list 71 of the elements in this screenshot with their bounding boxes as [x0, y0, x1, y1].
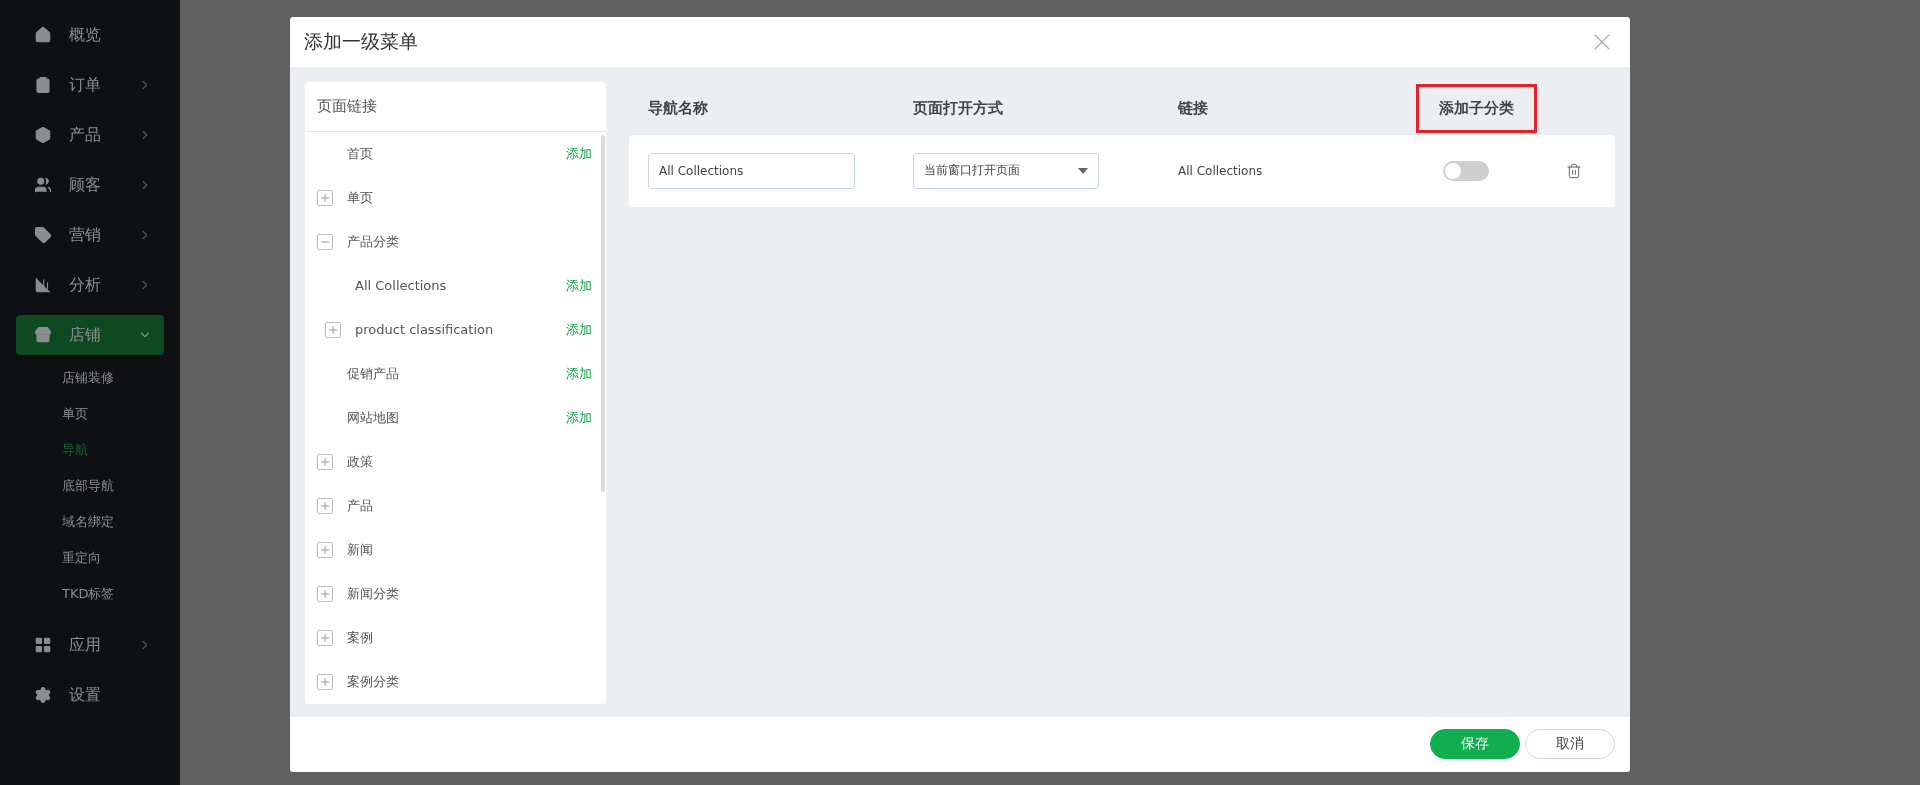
- plus-icon: [319, 499, 331, 512]
- panel-title: 页面链接: [317, 96, 377, 116]
- dialog-title: 添加一级菜单: [304, 28, 418, 54]
- tree-item-label: 案例: [347, 628, 374, 647]
- add-link[interactable]: 添加: [566, 408, 592, 427]
- expand-button[interactable]: [317, 189, 333, 206]
- tag-icon: [34, 226, 52, 244]
- submenu-item[interactable]: 重定向: [0, 540, 180, 576]
- home-icon: [34, 26, 52, 44]
- nav-item[interactable]: 分析: [16, 265, 164, 305]
- tree-item-label: 促销产品: [347, 364, 400, 383]
- expand-button[interactable]: [325, 321, 341, 338]
- tree-item-label: product classification: [355, 322, 495, 338]
- trash-icon: [1566, 162, 1582, 179]
- tree-item-label: 单页: [347, 188, 374, 207]
- cancel-button[interactable]: 取消: [1525, 729, 1615, 760]
- nav-item[interactable]: 产品: [16, 115, 164, 155]
- tree-item-label: 产品分类: [347, 232, 400, 251]
- expand-button[interactable]: [317, 585, 333, 602]
- nav-item[interactable]: 顾客: [16, 165, 164, 205]
- tree-item-label: 新闻: [347, 540, 374, 559]
- tree-item-label: All Collections: [355, 278, 448, 294]
- add-link[interactable]: 添加: [566, 320, 592, 339]
- nav-name-input[interactable]: All Collections: [648, 152, 855, 189]
- users-icon: [34, 176, 52, 194]
- tree-item-label: 网站地图: [347, 408, 400, 427]
- column-header: 添加子分类: [1416, 83, 1537, 133]
- open-mode-select[interactable]: 当前窗口打开页面: [913, 152, 1099, 189]
- tree-item-label: 产品: [347, 496, 374, 515]
- expand-button[interactable]: [317, 541, 333, 558]
- column-header: 导航名称: [648, 98, 708, 118]
- plus-icon: [319, 543, 331, 556]
- submenu-item[interactable]: 店铺装修: [0, 360, 180, 396]
- plus-icon: [319, 191, 331, 204]
- clipboard-icon: [34, 76, 52, 94]
- subcategory-toggle[interactable]: [1443, 160, 1489, 181]
- add-link[interactable]: 添加: [566, 144, 592, 163]
- nav-item[interactable]: 设置: [16, 675, 164, 715]
- collapse-button[interactable]: [317, 233, 333, 250]
- expand-button[interactable]: [317, 497, 333, 514]
- tree-item-label: 案例分类: [347, 672, 400, 691]
- submenu-item[interactable]: 单页: [0, 396, 180, 432]
- nav-item[interactable]: 应用: [16, 625, 164, 665]
- nav-item[interactable]: 概览: [16, 15, 164, 55]
- plus-icon: [319, 455, 331, 468]
- plus-icon: [319, 675, 331, 688]
- expand-button[interactable]: [317, 673, 333, 690]
- store-icon: [34, 326, 52, 344]
- box-icon: [34, 126, 52, 144]
- column-header: 链接: [1178, 98, 1208, 118]
- expand-button[interactable]: [317, 629, 333, 646]
- add-link[interactable]: 添加: [566, 276, 592, 295]
- tree-item-label: 首页: [347, 144, 374, 163]
- submenu-item[interactable]: 底部导航: [0, 468, 180, 504]
- grid-icon: [34, 636, 52, 654]
- tree-item-label: 政策: [347, 452, 374, 471]
- settings-icon: [34, 686, 52, 704]
- submenu-item[interactable]: 域名绑定: [0, 504, 180, 540]
- nav-item[interactable]: 店铺: [16, 315, 164, 355]
- nav-item[interactable]: 营销: [16, 215, 164, 255]
- caret-icon: [1078, 167, 1088, 174]
- column-header: 页面打开方式: [913, 98, 1003, 118]
- plus-icon: [319, 587, 331, 600]
- submenu-item[interactable]: TKD标签: [0, 576, 180, 612]
- nav-item[interactable]: 订单: [16, 65, 164, 105]
- add-link[interactable]: 添加: [566, 364, 592, 383]
- expand-button[interactable]: [317, 453, 333, 470]
- plus-icon: [327, 323, 339, 336]
- tree-item-label: 新闻分类: [347, 584, 400, 603]
- link-text: All Collections: [1178, 163, 1264, 178]
- plus-icon: [319, 631, 331, 644]
